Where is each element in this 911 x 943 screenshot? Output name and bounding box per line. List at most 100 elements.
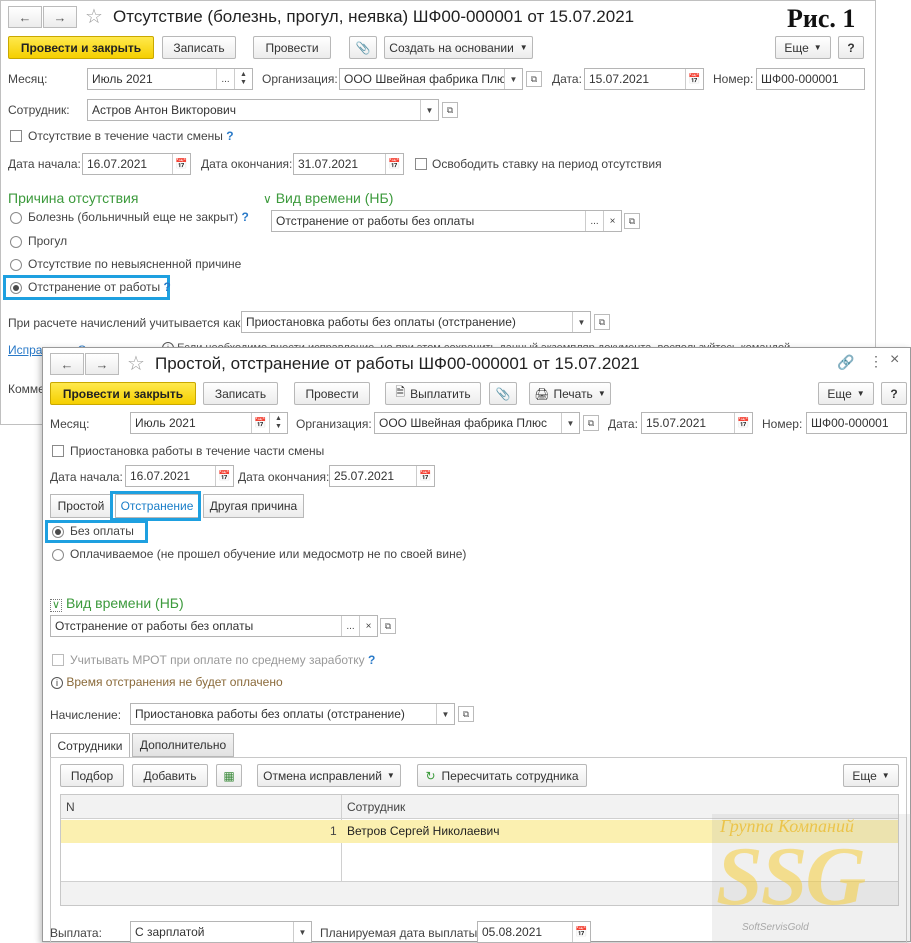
back-button[interactable]: ← bbox=[8, 6, 42, 28]
number-field[interactable]: ШФ00-000001 bbox=[806, 412, 907, 434]
free-rate-checkbox[interactable] bbox=[415, 158, 427, 170]
dropdown-arrow-icon[interactable]: ▼ bbox=[572, 312, 590, 332]
start-date-field[interactable]: 16.07.2021 📅 bbox=[82, 153, 191, 175]
tab-additional[interactable]: Дополнительно bbox=[132, 733, 234, 757]
menu-dots-icon[interactable]: ⋮ bbox=[869, 353, 883, 370]
number-field[interactable]: ШФ00-000001 bbox=[756, 68, 865, 90]
open-icon[interactable]: ⧉ bbox=[624, 213, 640, 229]
close-icon[interactable]: × bbox=[890, 351, 899, 369]
write-button[interactable]: Записать bbox=[203, 382, 278, 405]
calendar-icon[interactable]: 📅 bbox=[385, 154, 403, 174]
reason-illness-radio[interactable] bbox=[10, 212, 22, 224]
help-button[interactable]: ? bbox=[881, 382, 907, 405]
dropdown-arrow-icon[interactable]: ▼ bbox=[436, 704, 454, 724]
mrot-checkbox[interactable] bbox=[52, 654, 64, 666]
end-date-field[interactable]: 31.07.2021 📅 bbox=[293, 153, 404, 175]
help-button[interactable]: ? bbox=[838, 36, 864, 59]
spin-button[interactable]: ▲ ▼ bbox=[269, 413, 287, 433]
table-header bbox=[61, 795, 898, 819]
post-and-close-button[interactable]: Провести и закрыть bbox=[50, 382, 196, 405]
forward-button[interactable]: → bbox=[43, 6, 77, 28]
recalc-button[interactable]: ↻ Пересчитать сотрудника bbox=[417, 764, 587, 787]
attach-button[interactable]: 📎 bbox=[489, 382, 517, 405]
reason-suspension-radio[interactable] bbox=[10, 282, 22, 294]
cancel-corrections-button[interactable]: Отмена исправлений ▼ bbox=[257, 764, 401, 787]
date-field[interactable]: 15.07.2021 📅 bbox=[641, 412, 753, 434]
favorite-star-icon[interactable]: ☆ bbox=[85, 4, 103, 29]
open-icon[interactable]: ⧉ bbox=[583, 415, 599, 431]
employee-field[interactable]: Астров Антон Викторович ▼ bbox=[87, 99, 439, 121]
date-field[interactable]: 15.07.2021 📅 bbox=[584, 68, 704, 90]
open-icon[interactable]: ⧉ bbox=[594, 314, 610, 330]
month-field[interactable]: Июль 2021 📅 ▲ ▼ bbox=[130, 412, 288, 434]
part-shift-checkbox[interactable] bbox=[52, 445, 64, 457]
time-type-field[interactable]: Отстранение от работы без оплаты ... × bbox=[271, 210, 622, 232]
org-field[interactable]: ООО Швейная фабрика Плюс ▼ bbox=[374, 412, 580, 434]
accrual-field[interactable]: Приостановка работы без оплаты (отстране… bbox=[130, 703, 455, 725]
select-button[interactable]: ... bbox=[341, 616, 359, 636]
part-shift-label: Приостановка работы в течение части смен… bbox=[70, 444, 325, 458]
reason-unknown-radio[interactable] bbox=[10, 259, 22, 271]
create-based-on-button[interactable]: Создать на основании ▼ bbox=[384, 36, 533, 59]
help-icon[interactable]: ? bbox=[226, 129, 233, 143]
help-icon[interactable]: ? bbox=[368, 653, 375, 667]
back-button[interactable]: ← bbox=[50, 353, 84, 375]
pay-button[interactable]: 🗎 Выплатить bbox=[385, 382, 481, 405]
time-type-field[interactable]: Отстранение от работы без оплаты ... × bbox=[50, 615, 378, 637]
favorite-star-icon[interactable]: ☆ bbox=[127, 351, 145, 376]
write-button[interactable]: Записать bbox=[162, 36, 236, 59]
chevron-down-icon[interactable]: ∨ bbox=[50, 599, 63, 612]
dropdown-arrow-icon[interactable]: ▼ bbox=[420, 100, 438, 120]
open-icon[interactable]: ⧉ bbox=[458, 706, 474, 722]
post-button[interactable]: Провести bbox=[294, 382, 370, 405]
clear-icon[interactable]: × bbox=[603, 211, 621, 231]
part-shift-checkbox[interactable] bbox=[10, 130, 22, 142]
open-icon[interactable]: ⧉ bbox=[380, 618, 396, 634]
link-icon[interactable]: 🔗 bbox=[837, 354, 854, 371]
calendar-icon[interactable]: 📅 bbox=[416, 466, 434, 486]
reason-truancy-radio[interactable] bbox=[10, 236, 22, 248]
select-button[interactable]: ... bbox=[585, 211, 603, 231]
org-field[interactable]: ООО Швейная фабрика Плюс ▼ bbox=[339, 68, 523, 90]
open-icon[interactable]: ⧉ bbox=[526, 71, 542, 87]
col-employee-header: Сотрудник bbox=[347, 800, 406, 814]
unpaid-radio[interactable] bbox=[52, 526, 64, 538]
dropdown-arrow-icon[interactable]: ▼ bbox=[561, 413, 579, 433]
more-button[interactable]: Еще ▼ bbox=[818, 382, 874, 405]
paid-radio[interactable] bbox=[52, 549, 64, 561]
payment-field[interactable]: С зарплатой ▼ bbox=[130, 921, 312, 943]
forward-button[interactable]: → bbox=[85, 353, 119, 375]
open-icon[interactable]: ⧉ bbox=[442, 102, 458, 118]
calendar-icon[interactable]: 📅 bbox=[685, 69, 703, 89]
more-button[interactable]: Еще ▼ bbox=[843, 764, 899, 787]
help-icon[interactable]: ? bbox=[241, 210, 248, 224]
print-button[interactable]: 🖨 Печать ▼ bbox=[529, 382, 611, 405]
dropdown-arrow-icon[interactable]: ▼ bbox=[293, 922, 311, 942]
select-button[interactable]: ... bbox=[216, 69, 234, 89]
chevron-down-icon[interactable]: ∨ bbox=[263, 192, 272, 206]
more-button[interactable]: Еще ▼ bbox=[775, 36, 831, 59]
calendar-icon[interactable]: 📅 bbox=[172, 154, 190, 174]
planned-date-field[interactable]: 05.08.2021 📅 bbox=[477, 921, 591, 943]
clear-icon[interactable]: × bbox=[359, 616, 377, 636]
calendar-icon[interactable]: 📅 bbox=[572, 922, 590, 942]
help-icon[interactable]: ? bbox=[164, 280, 171, 294]
start-date-field[interactable]: 16.07.2021 📅 bbox=[125, 465, 234, 487]
segment-other[interactable]: Другая причина bbox=[203, 494, 304, 518]
tab-employees[interactable]: Сотрудники bbox=[50, 733, 130, 758]
dropdown-arrow-icon[interactable]: ▼ bbox=[504, 69, 522, 89]
pick-button[interactable]: Подбор bbox=[60, 764, 124, 787]
end-date-field[interactable]: 25.07.2021 📅 bbox=[329, 465, 435, 487]
post-and-close-button[interactable]: Провести и закрыть bbox=[8, 36, 154, 59]
calendar-icon[interactable]: 📅 bbox=[215, 466, 233, 486]
calc-field[interactable]: Приостановка работы без оплаты (отстране… bbox=[241, 311, 591, 333]
add-button[interactable]: Добавить bbox=[132, 764, 208, 787]
calendar-icon[interactable]: 📅 bbox=[734, 413, 752, 433]
table-tools-button[interactable]: ▦ bbox=[216, 764, 242, 787]
month-field[interactable]: Июль 2021 ... ▲ ▼ bbox=[87, 68, 253, 90]
post-button[interactable]: Провести bbox=[253, 36, 331, 59]
segment-downtime[interactable]: Простой bbox=[50, 494, 112, 518]
calendar-icon[interactable]: 📅 bbox=[251, 413, 269, 433]
spin-button[interactable]: ▲ ▼ bbox=[234, 69, 252, 89]
attach-button[interactable]: 📎 bbox=[349, 36, 377, 59]
